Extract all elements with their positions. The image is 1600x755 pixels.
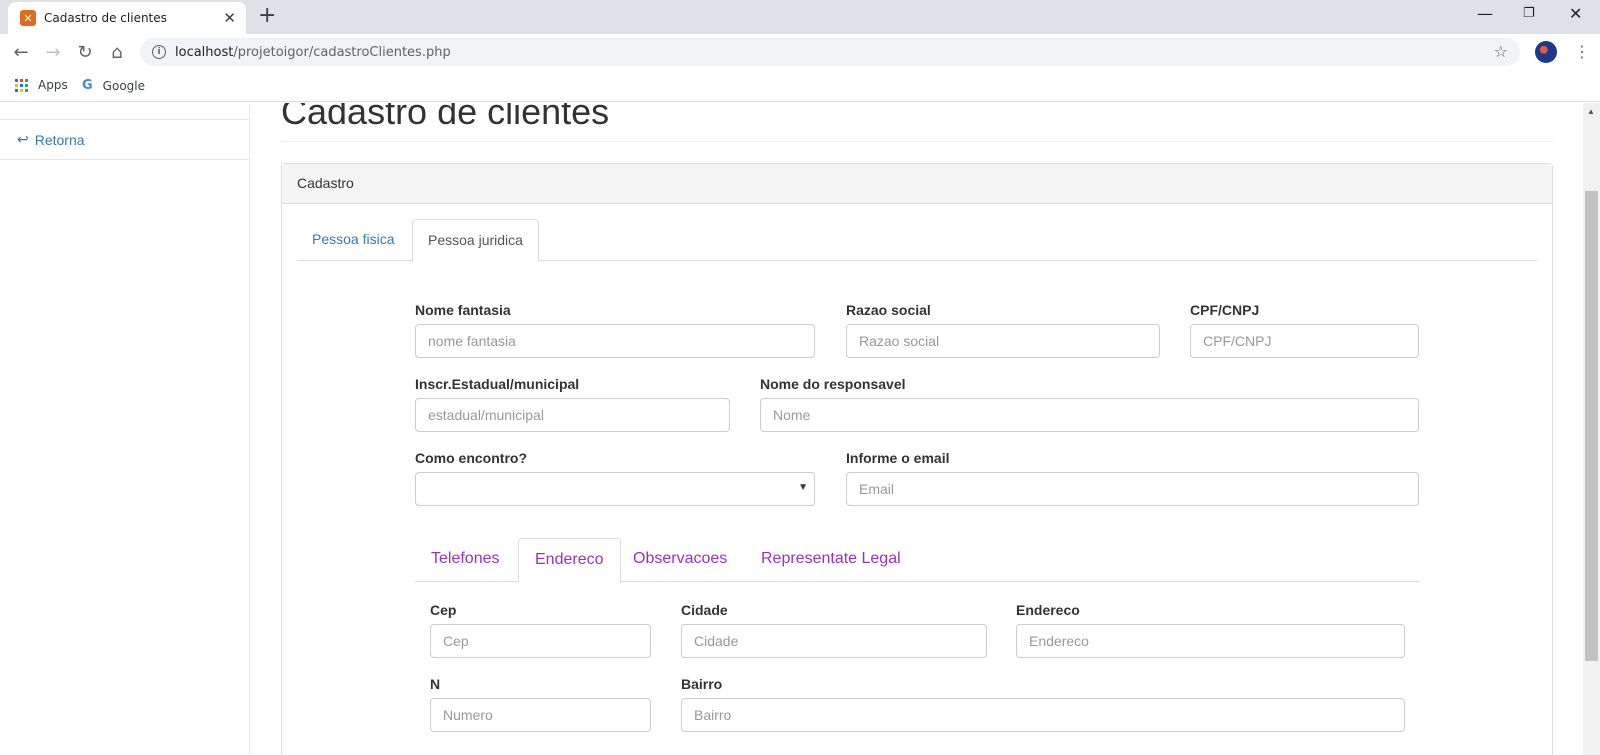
- new-tab-plus-icon[interactable]: +: [258, 3, 276, 28]
- bookmark-google-label: Google: [102, 78, 145, 93]
- sidebar: ↩ Retorna: [0, 103, 250, 755]
- dropdown-arrow-icon: ▼: [798, 482, 808, 493]
- browser-tab[interactable]: ✕ Cadastro de clientes ✕: [8, 2, 246, 34]
- tab-close-icon[interactable]: ✕: [223, 9, 236, 27]
- tab-pessoa-juridica[interactable]: Pessoa juridica: [412, 219, 539, 262]
- browser-tabstrip: ✕ Cadastro de clientes ✕ + — ❐ ✕: [0, 0, 1600, 34]
- tab-representante-legal[interactable]: Representate Legal: [745, 538, 917, 582]
- reload-icon[interactable]: ↻: [72, 39, 98, 65]
- sidebar-link-label: Retorna: [34, 131, 85, 148]
- url-path: /projetoigor/cadastroClientes.php: [233, 44, 451, 60]
- nome-fantasia-input[interactable]: [415, 324, 815, 358]
- tab-telefones[interactable]: Telefones: [415, 538, 516, 582]
- tab-observacoes[interactable]: Observacoes: [617, 538, 743, 582]
- panel-heading: Cadastro: [282, 164, 1552, 204]
- email-input[interactable]: [846, 472, 1419, 506]
- browser-tab-title: Cadastro de clientes: [44, 11, 167, 25]
- bairro-input[interactable]: [681, 698, 1405, 732]
- bookmark-google[interactable]: G Google: [82, 78, 145, 93]
- bookmark-apps-label: Apps: [38, 78, 68, 92]
- inscricao-label: Inscr.Estadual/municipal: [415, 376, 580, 392]
- tab-endereco[interactable]: Endereco: [518, 538, 621, 583]
- scrollbar-thumb[interactable]: [1585, 191, 1598, 661]
- page-scrollbar[interactable]: ▲: [1583, 103, 1600, 755]
- endereco-input[interactable]: [1016, 624, 1405, 658]
- tab-pessoa-fisica[interactable]: Pessoa fisica: [297, 219, 409, 261]
- minimize-icon[interactable]: —: [1477, 4, 1493, 23]
- cpf-cnpj-label: CPF/CNPJ: [1190, 302, 1260, 318]
- cidade-label: Cidade: [681, 602, 728, 618]
- window-close-icon[interactable]: ✕: [1569, 4, 1582, 23]
- address-bar[interactable]: i localhost /projetoigor/cadastroCliente…: [140, 38, 1520, 66]
- bairro-label: Bairro: [681, 676, 723, 692]
- profile-avatar[interactable]: [1535, 41, 1557, 63]
- person-type-tabs: Pessoa fisica Pessoa juridica: [297, 219, 1537, 262]
- como-encontrou-label: Como encontro?: [415, 450, 527, 466]
- sidebar-divider: [0, 119, 249, 120]
- scroll-up-arrow-icon[interactable]: ▲: [1587, 107, 1595, 116]
- title-divider: [281, 141, 1553, 142]
- cadastro-panel: Cadastro Pessoa fisica Pessoa juridica N…: [281, 163, 1553, 755]
- page-viewport: ↩ Retorna Cadastro de clientes Cadastro …: [0, 103, 1583, 755]
- apps-grid-icon: [15, 78, 28, 92]
- cidade-input[interactable]: [681, 624, 987, 658]
- inscricao-input[interactable]: [415, 398, 730, 432]
- reply-arrow-icon: ↩: [17, 131, 29, 147]
- numero-input[interactable]: [430, 698, 651, 732]
- sidebar-divider: [0, 159, 249, 160]
- como-encontrou-select[interactable]: ▼: [415, 472, 815, 506]
- cep-input[interactable]: [430, 624, 651, 658]
- bookmark-apps[interactable]: Apps: [15, 78, 68, 92]
- xampp-favicon-icon: ✕: [20, 10, 36, 26]
- cpf-cnpj-input[interactable]: [1190, 324, 1419, 358]
- forward-arrow-icon[interactable]: →: [40, 39, 66, 65]
- restore-icon[interactable]: ❐: [1523, 6, 1535, 21]
- browser-toolbar: ← → ↻ ⌂ i localhost /projetoigor/cadastr…: [0, 34, 1600, 70]
- bookmark-star-icon[interactable]: ☆: [1494, 42, 1508, 61]
- browser-menu-icon[interactable]: ⋮: [1574, 42, 1590, 61]
- url-host: localhost: [175, 44, 234, 60]
- detail-tabs: Telefones Endereco Observacoes Represent…: [415, 538, 1419, 583]
- endereco-label: Endereco: [1016, 602, 1080, 618]
- responsavel-label: Nome do responsavel: [760, 376, 906, 392]
- bookmarks-bar: Apps G Google: [0, 70, 1600, 102]
- nome-fantasia-label: Nome fantasia: [415, 302, 511, 318]
- responsavel-input[interactable]: [760, 398, 1419, 432]
- home-icon[interactable]: ⌂: [104, 39, 130, 65]
- numero-label: N: [430, 676, 441, 692]
- back-arrow-icon[interactable]: ←: [8, 39, 34, 65]
- cep-label: Cep: [430, 602, 457, 618]
- razao-social-input[interactable]: [846, 324, 1160, 358]
- site-info-icon[interactable]: i: [152, 45, 166, 59]
- email-label: Informe o email: [846, 450, 950, 466]
- sidebar-link-retorna[interactable]: ↩ Retorna: [17, 131, 85, 148]
- page-title: Cadastro de clientes: [281, 103, 610, 132]
- razao-social-label: Razao social: [846, 302, 931, 318]
- google-g-icon: G: [82, 78, 93, 93]
